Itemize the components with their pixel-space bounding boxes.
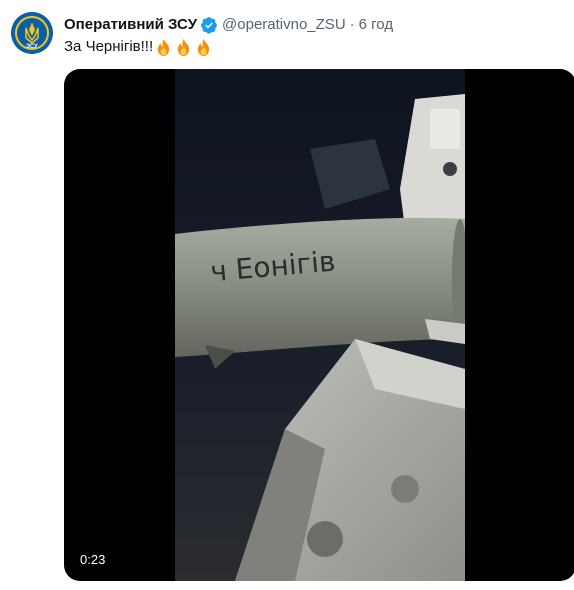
ukraine-emblem-avatar-icon: ЗСУ — [11, 12, 53, 54]
avatar[interactable]: ЗСУ — [11, 12, 53, 54]
video-duration: 0:23 — [76, 551, 110, 569]
tweet-header: Оперативний ЗСУ @operativno_ZSU · 6 год — [64, 14, 393, 36]
tweet-card[interactable]: ЗСУ Оперативний ЗСУ @operativno_ZSU · 6 … — [0, 0, 574, 590]
fire-icon — [157, 38, 170, 56]
tweet-text: За Чернігів!!! — [64, 38, 154, 55]
fire-icon — [197, 38, 210, 56]
video-frame-image: ч Еонігів — [175, 69, 465, 581]
timestamp[interactable]: 6 год — [359, 15, 393, 35]
display-name[interactable]: Оперативний ЗСУ — [64, 15, 197, 35]
verified-badge-icon — [200, 16, 218, 34]
fire-emoji-group — [154, 38, 214, 57]
video-player[interactable]: ч Еонігів 0:23 — [64, 69, 574, 581]
fire-icon — [177, 38, 190, 56]
svg-text:ЗСУ: ЗСУ — [26, 44, 38, 50]
separator-dot: · — [349, 16, 355, 33]
user-handle[interactable]: @operativno_ZSU — [222, 15, 346, 35]
tweet-text-container: За Чернігів!!! — [64, 37, 214, 57]
